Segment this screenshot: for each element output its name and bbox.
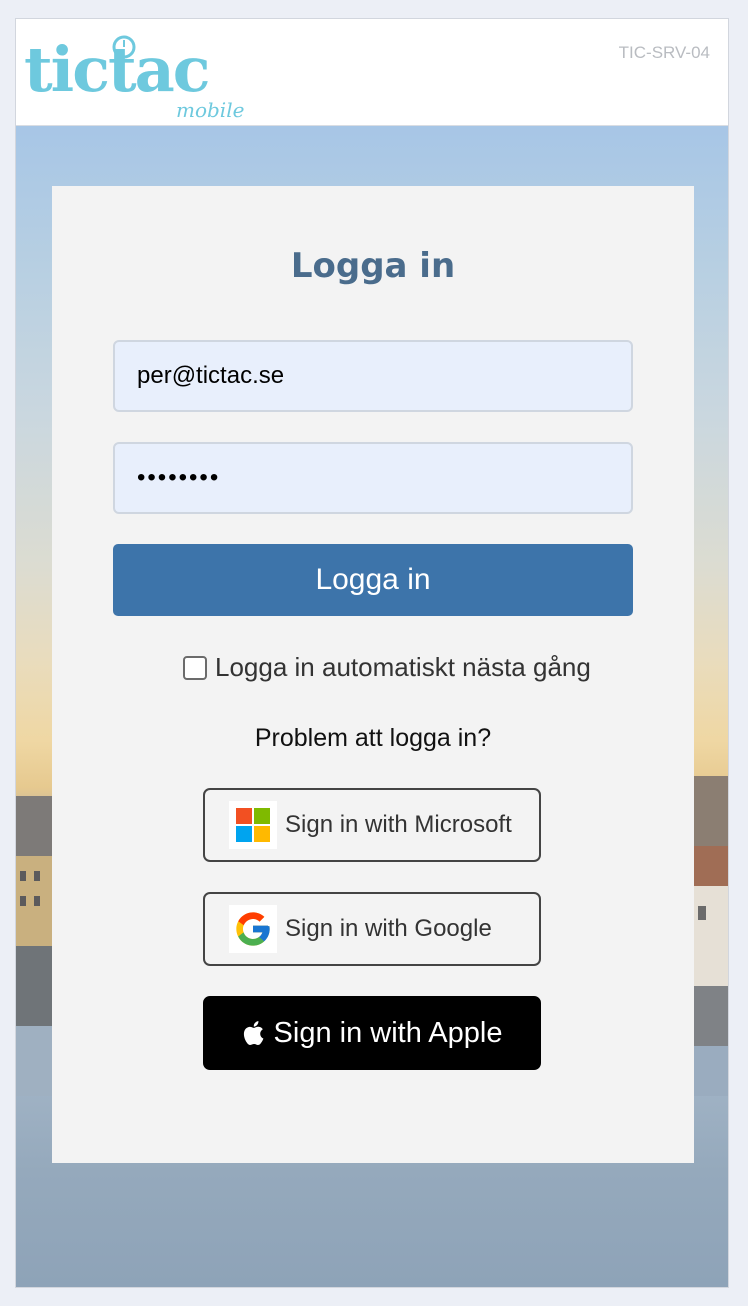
password-field[interactable]	[113, 442, 633, 514]
auto-login-row[interactable]: Logga in automatiskt nästa gång	[183, 652, 591, 683]
server-id: TIC-SRV-04	[618, 43, 710, 62]
apple-signin-label: Sign in with Apple	[273, 1016, 503, 1049]
google-signin-button[interactable]: Sign in with Google	[203, 892, 541, 966]
login-title: Logga in	[290, 246, 456, 286]
city-right-decoration	[688, 776, 728, 1096]
tictac-logo: tictac mobile	[24, 33, 244, 122]
microsoft-signin-label: Sign in with Microsoft	[285, 811, 512, 838]
header: tictac mobile TIC-SRV-04	[16, 19, 728, 126]
login-problem-link[interactable]: Problem att logga in?	[52, 724, 694, 753]
auto-login-checkbox[interactable]	[183, 655, 207, 680]
google-signin-label: Sign in with Google	[285, 915, 492, 942]
microsoft-signin-button[interactable]: Sign in with Microsoft	[203, 788, 541, 862]
app-frame: tictac mobile TIC-SRV-04 Logga in per@ti…	[15, 18, 729, 1288]
login-card: Logga in Logga in Logga in automatiskt n…	[52, 186, 694, 1163]
logo-text: tictac	[24, 33, 209, 106]
apple-icon	[242, 1020, 264, 1046]
apple-signin-button[interactable]: Sign in with Apple	[203, 996, 541, 1070]
auto-login-label: Logga in automatiskt nästa gång	[215, 652, 591, 682]
microsoft-icon	[229, 801, 277, 849]
city-left-decoration	[16, 796, 56, 1096]
email-field[interactable]	[113, 340, 633, 412]
login-button[interactable]: Logga in	[113, 544, 633, 616]
google-icon	[229, 905, 277, 953]
logo-subtext: mobile	[176, 98, 244, 122]
